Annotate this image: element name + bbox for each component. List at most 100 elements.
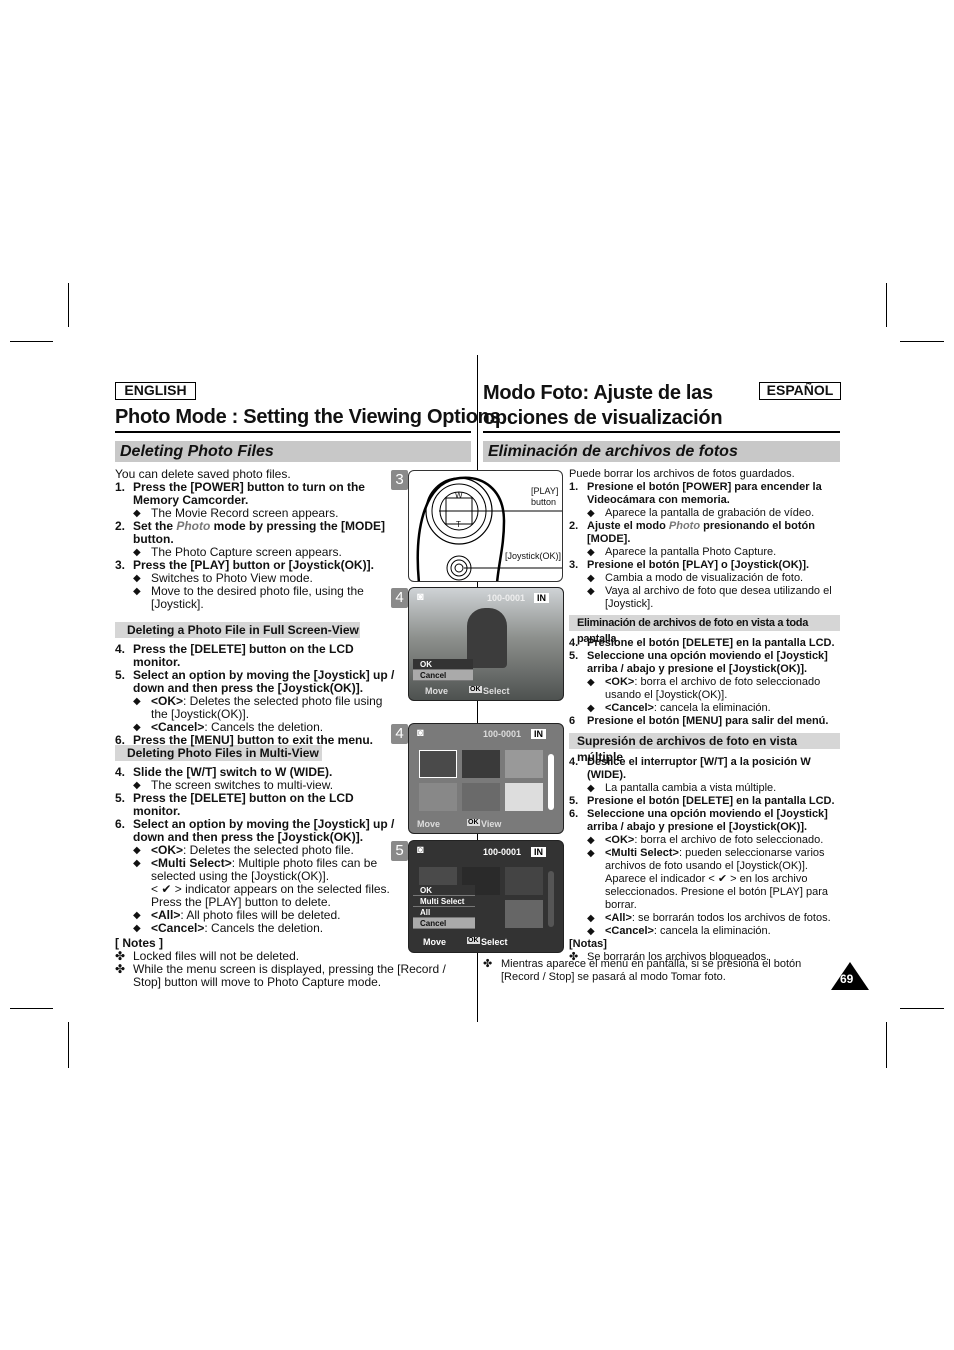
diamond-bullet-icon: ◆ xyxy=(587,835,595,846)
text-segment: You can delete saved photo files. xyxy=(115,467,291,481)
step-number: 6 xyxy=(569,715,576,727)
text-segment: Press the [PLAY] button or [Joystick(OK)… xyxy=(133,558,374,572)
step-number: 5. xyxy=(115,668,126,682)
text-segment: Slide the [W/T] switch to W (WIDE). xyxy=(133,765,333,779)
bullet-item: ◆ <OK>: borra el archivo de foto seleccio… xyxy=(569,834,840,847)
text-segment: Deslice el interruptor [W/T] a la posici… xyxy=(587,756,811,781)
move-hint: Move xyxy=(423,937,447,947)
text-segment: Mientras aparece el menú en pantalla, si… xyxy=(501,958,802,983)
step-item: 6. Press the [MENU] button to exit the me… xyxy=(115,734,395,747)
step-item: 5. Seleccione una opción moviendo el [Joy… xyxy=(569,650,840,676)
step-item: 1. Press the [POWER] button to turn on th… xyxy=(115,481,395,507)
menu-item-ok[interactable]: OK xyxy=(413,885,475,896)
step-item: 2. Ajuste el modo Photo presionando el bo… xyxy=(569,520,840,546)
play-button-label: [PLAY] xyxy=(531,486,559,496)
move-hint: Move xyxy=(425,686,449,696)
bullet-item: ◆ Aparece la pantalla de grabación de víd… xyxy=(569,507,840,520)
section-heading-spanish: Eliminación de archivos de fotos xyxy=(483,441,840,462)
paragraph: Aparece el indicador < ✔ > en los archiv… xyxy=(569,873,840,912)
scrollbar[interactable] xyxy=(548,871,554,927)
play-button-label: button xyxy=(531,497,557,507)
thumbnail[interactable] xyxy=(462,783,500,811)
step-number: 3. xyxy=(115,558,126,572)
w-label: W xyxy=(455,491,463,500)
step-number: 2. xyxy=(569,520,579,532)
text-segment: Switches to Photo View mode. xyxy=(151,571,313,585)
thumbnail[interactable] xyxy=(505,867,543,895)
diamond-bullet-icon: ◆ xyxy=(133,573,141,584)
lcd-multi-view-delete: ◙ 100-0001 IN OK Multi Select All Cancel… xyxy=(408,840,564,953)
step-number: 4. xyxy=(569,637,579,649)
menu-item-cancel[interactable]: Cancel xyxy=(413,670,473,681)
text-segment: <OK> xyxy=(605,676,635,688)
text-segment: Presione el botón [MENU] para salir del … xyxy=(587,715,829,727)
thumbnail[interactable] xyxy=(419,783,457,811)
step-number: 3. xyxy=(569,559,579,571)
thumbnail[interactable] xyxy=(462,750,500,778)
menu-item-ok[interactable]: OK xyxy=(413,659,473,670)
text-segment: While the menu screen is displayed, pres… xyxy=(133,962,446,989)
lcd-multi-view: ◙ 100-0001 IN Move OK View xyxy=(408,723,564,834)
step-item: 6. Seleccione una opción moviendo el [Joy… xyxy=(569,808,840,834)
text-segment: : Cancels the deletion. xyxy=(204,720,324,734)
bullet-item: ◆ Aparece la pantalla Photo Capture. xyxy=(569,546,840,559)
menu-item-cancel[interactable]: Cancel xyxy=(413,918,475,929)
text-segment: Aparece la pantalla Photo Capture. xyxy=(605,546,777,558)
step-number: 1. xyxy=(569,481,579,493)
text-segment: : cancela la eliminación. xyxy=(653,702,771,714)
text-segment: <Cancel> xyxy=(151,720,205,734)
step-item: 1. Presione el botón [POWER] para encende… xyxy=(569,481,840,507)
text-segment: : Cancels the deletion. xyxy=(204,921,324,935)
instructions-en-full-view: 4. Press the [DELETE] button on the LCD m… xyxy=(115,643,395,747)
subheading-full-view-en: Deleting a Photo File in Full Screen-Vie… xyxy=(115,622,360,638)
bullet-item: ◆ <Cancel>: Cancels the deletion. xyxy=(115,922,395,935)
step-badge: 4 xyxy=(391,588,408,608)
diamond-bullet-icon: ◆ xyxy=(587,926,595,937)
text-segment: <Cancel> xyxy=(605,925,654,937)
page-title-spanish-line1: Modo Foto: Ajuste de las xyxy=(483,382,713,404)
paragraph: Puede borrar los archivos de fotos guard… xyxy=(569,468,840,481)
thumbnail[interactable] xyxy=(505,783,543,811)
menu-item-multi-select[interactable]: Multi Select xyxy=(413,896,475,907)
menu-item-all[interactable]: All xyxy=(413,907,475,918)
diamond-bullet-icon: ◆ xyxy=(587,677,595,688)
bullet-item: ◆ <OK>: borra el archivo de foto seleccio… xyxy=(569,676,840,702)
text-segment: Press the [DELETE] button on the LCD mon… xyxy=(133,791,354,818)
thumbnail-selected[interactable] xyxy=(419,750,457,778)
text-segment: Locked files will not be deleted. xyxy=(133,949,300,963)
text-segment: : Deletes the selected photo file using … xyxy=(151,694,383,721)
camera-icon: ◙ xyxy=(417,844,424,856)
step-number: 6. xyxy=(115,817,126,831)
text-segment: Seleccione una opción moviendo el [Joyst… xyxy=(587,808,828,833)
step-item: 5. Select an option by moving the [Joysti… xyxy=(115,669,395,695)
text-segment: <OK> xyxy=(151,694,184,708)
diamond-bullet-icon: ◆ xyxy=(587,547,595,558)
language-label-english: ENGLISH xyxy=(115,382,196,400)
diamond-bullet-icon: ◆ xyxy=(133,845,141,856)
text-segment: Seleccione una opción moviendo el [Joyst… xyxy=(587,650,828,675)
text-segment: Aparece el indicador < ✔ > en los archiv… xyxy=(605,873,828,911)
step-item: 5. Press the [DELETE] button on the LCD m… xyxy=(115,792,395,818)
step-item: 2. Set the Photo mode by pressing the [MO… xyxy=(115,520,395,546)
text-segment: <Multi Select> xyxy=(605,847,679,859)
bullet-item: ◆ <Multi Select>: pueden seleccionarse va… xyxy=(569,847,840,873)
instructions-es-full-view: 4. Presione el botón [DELETE] en la panta… xyxy=(569,637,840,728)
thumbnail[interactable] xyxy=(505,750,543,778)
title-rule xyxy=(115,431,471,433)
crop-mark xyxy=(900,1008,944,1009)
diamond-bullet-icon: ◆ xyxy=(133,858,141,869)
crop-mark xyxy=(886,1022,887,1068)
step-number: 2. xyxy=(115,519,126,533)
thumbnail[interactable] xyxy=(505,900,543,928)
title-rule xyxy=(483,431,840,433)
step-item: 6 Presione el botón [MENU] para salir del… xyxy=(569,715,840,728)
bullet-item: ◆ Move to the desired photo file, using t… xyxy=(115,585,395,611)
text-segment: Press the [POWER] button to turn on the … xyxy=(133,480,365,507)
text-segment: <Cancel> xyxy=(151,921,205,935)
instructions-en-intro: You can delete saved photo files. 1. Press… xyxy=(115,468,395,611)
step-number: 6. xyxy=(115,733,126,747)
diamond-bullet-icon: ◆ xyxy=(587,783,595,794)
scrollbar[interactable] xyxy=(548,754,554,810)
diamond-bullet-icon: ◆ xyxy=(587,508,595,519)
language-label-espanol: ESPAÑOL xyxy=(759,382,841,400)
